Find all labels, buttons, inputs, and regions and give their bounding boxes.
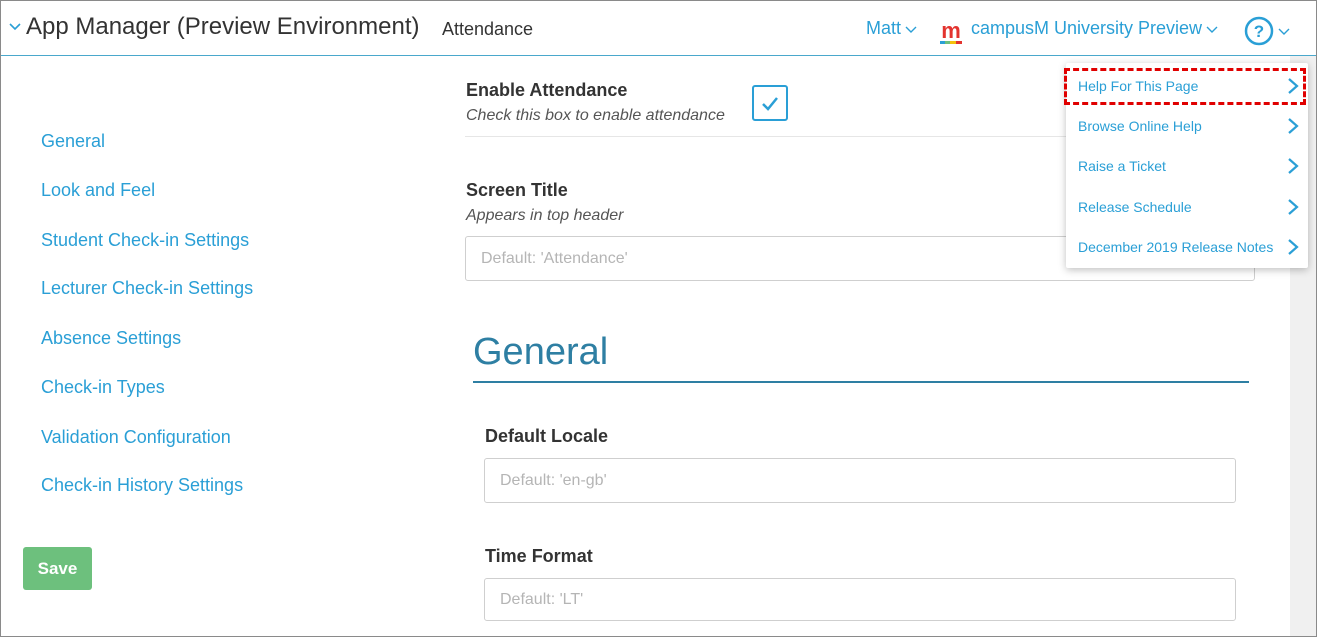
screen-title-label: Screen Title <box>466 180 568 200</box>
help-dropdown-menu: Help For This Page Browse Online Help Ra… <box>1066 63 1308 268</box>
save-button[interactable]: Save <box>23 547 92 590</box>
sidebar-item-validation[interactable]: Validation Configuration <box>41 427 231 448</box>
sidebar-item-look-and-feel[interactable]: Look and Feel <box>41 180 155 201</box>
svg-text:m: m <box>941 18 961 43</box>
chevron-right-icon <box>1288 158 1299 174</box>
enable-attendance-hint: Check this box to enable attendance <box>466 107 725 124</box>
sidebar-item-absence[interactable]: Absence Settings <box>41 328 181 349</box>
section-rule <box>473 381 1249 383</box>
chevron-right-icon <box>1288 199 1299 215</box>
chevron-right-icon <box>1288 78 1299 94</box>
svg-text:?: ? <box>1254 22 1264 41</box>
institution-menu[interactable]: campusM University Preview <box>971 18 1218 39</box>
page-name: Attendance <box>442 19 534 39</box>
menu-item-browse-online-help[interactable]: Browse Online Help <box>1066 106 1308 146</box>
menu-item-label: Help For This Page <box>1078 78 1199 94</box>
chevron-right-icon <box>1288 118 1299 134</box>
menu-item-label: Release Schedule <box>1078 199 1192 215</box>
sidebar-item-student-checkin[interactable]: Student Check-in Settings <box>41 230 249 251</box>
sidebar-item-checkin-history[interactable]: Check-in History Settings <box>41 475 243 496</box>
enable-attendance-checkbox[interactable] <box>752 85 788 121</box>
sidebar-item-lecturer-checkin[interactable]: Lecturer Check-in Settings <box>41 278 253 299</box>
time-format-input[interactable]: Default: 'LT' <box>484 578 1236 621</box>
top-header: App Manager (Preview Environment) Attend… <box>1 1 1316 56</box>
app-title[interactable]: App Manager (Preview Environment) <box>26 13 420 41</box>
chevron-down-icon <box>905 26 917 33</box>
section-heading-general: General <box>473 331 609 373</box>
menu-item-release-notes[interactable]: December 2019 Release Notes <box>1066 227 1308 267</box>
menu-item-label: December 2019 Release Notes <box>1078 239 1274 255</box>
user-name: Matt <box>866 18 902 38</box>
chevron-down-icon[interactable] <box>8 20 22 34</box>
menu-item-raise-ticket[interactable]: Raise a Ticket <box>1066 146 1308 186</box>
campusm-logo-icon: m <box>937 17 965 45</box>
sidebar-item-checkin-types[interactable]: Check-in Types <box>41 377 165 398</box>
default-locale-label: Default Locale <box>485 426 609 446</box>
chevron-right-icon <box>1288 239 1299 255</box>
institution-name: campusM University Preview <box>971 18 1203 38</box>
enable-attendance-label: Enable Attendance <box>466 80 628 100</box>
user-menu[interactable]: Matt <box>866 18 917 39</box>
time-format-label: Time Format <box>485 546 593 566</box>
menu-item-label: Raise a Ticket <box>1078 158 1166 174</box>
sidebar-item-general[interactable]: General <box>41 131 105 152</box>
menu-item-help-for-this-page[interactable]: Help For This Page <box>1066 66 1308 106</box>
help-circle-icon: ? <box>1244 16 1274 46</box>
app-window: App Manager (Preview Environment) Attend… <box>0 0 1317 637</box>
screen-title-hint: Appears in top header <box>466 207 624 224</box>
menu-item-label: Browse Online Help <box>1078 118 1202 134</box>
checkmark-icon <box>762 97 778 111</box>
default-locale-input[interactable]: Default: 'en-gb' <box>484 458 1236 503</box>
chevron-down-icon <box>1278 28 1290 35</box>
chevron-down-icon <box>1206 26 1218 33</box>
help-menu-button[interactable]: ? <box>1244 16 1290 46</box>
menu-item-release-schedule[interactable]: Release Schedule <box>1066 187 1308 227</box>
